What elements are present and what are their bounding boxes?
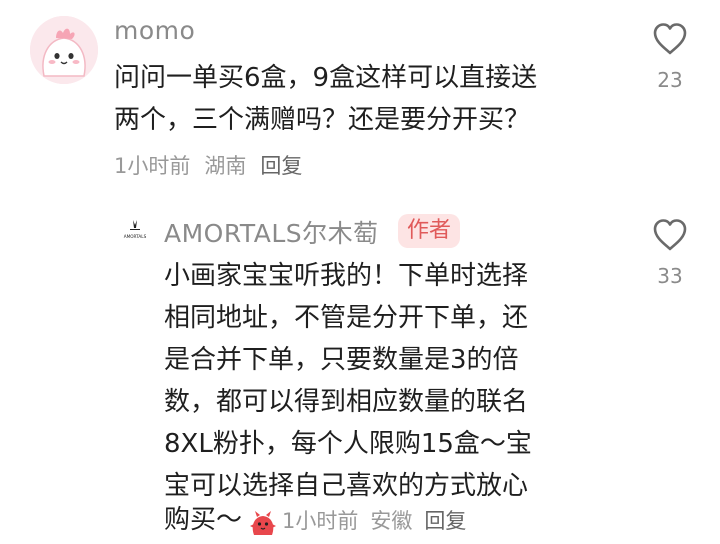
comment-text-line: 两个，三个满赠吗？还是要分开买？ — [114, 105, 531, 135]
amortals-logo-icon: AMORTALS — [124, 220, 147, 239]
comment-text-line: 数，都可以得到相应数量的联名 — [164, 387, 529, 417]
comment-text-line: 购买～ — [164, 505, 243, 535]
reply-button[interactable]: 回复 — [260, 154, 302, 178]
heart-outline-icon — [653, 23, 687, 55]
red-creature-sticker-icon — [248, 509, 278, 539]
avatar-amortals[interactable]: AMORTALS — [117, 216, 153, 244]
reply-button[interactable]: 回复 — [424, 509, 466, 533]
avatar-momo[interactable] — [30, 16, 98, 84]
comment-text-line: 相同地址，不管是分开下单，还 — [164, 303, 529, 333]
author-badge: 作者 — [398, 214, 461, 248]
comment-text-line: 是合并下单，只要数量是3的倍 — [164, 345, 519, 375]
like-count: 23 — [657, 68, 683, 92]
comment-text-line: 小画家宝宝听我的！下单时选择 — [164, 261, 529, 291]
logo-wordmark: AMORTALS — [124, 234, 147, 239]
like-button[interactable] — [652, 218, 688, 256]
comment-meta: 1小时前 湖南 回复 — [114, 150, 316, 180]
comment-location: 安徽 — [370, 509, 413, 533]
comment-last-line: 购买～ 1小时前 安徽 回复 — [164, 500, 466, 540]
comment-time: 1小时前 — [282, 509, 359, 533]
comment-text-line: 8XL粉扑，每个人限购15盒～宝 — [164, 429, 532, 459]
comment-username[interactable]: AMORTALS尔木萄 — [164, 214, 379, 250]
like-button[interactable] — [652, 22, 688, 60]
like-count: 33 — [657, 264, 683, 288]
comment-username[interactable]: momo — [114, 16, 195, 45]
pink-blob-avatar-icon — [30, 16, 98, 84]
heart-outline-icon — [653, 219, 687, 251]
comment-time: 1小时前 — [114, 154, 191, 178]
comment-location: 湖南 — [204, 154, 247, 178]
comment-text-line: 问问一单买6盒，9盒这样可以直接送 — [114, 63, 538, 93]
